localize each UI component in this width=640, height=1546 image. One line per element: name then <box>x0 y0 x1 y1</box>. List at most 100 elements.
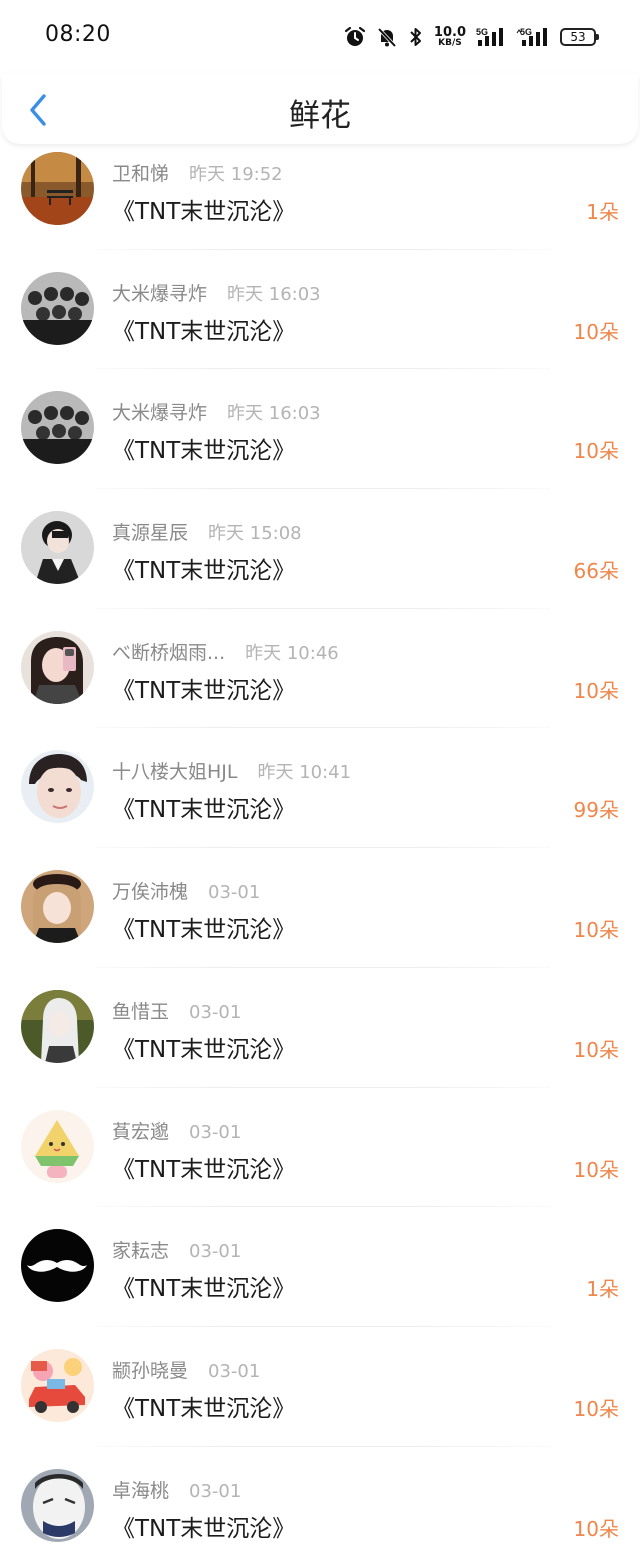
row-time: 昨天 19:52 <box>189 164 283 185</box>
avatar[interactable] <box>21 391 94 465</box>
status-bar: 08:20 10.0 KB/S 5G 5G 53 <box>0 0 640 74</box>
book-title: 《TNT末世沉沦》 <box>112 1515 296 1542</box>
avatar[interactable] <box>21 630 94 704</box>
avatar[interactable] <box>21 1229 94 1303</box>
user-name: 真源星辰 <box>112 522 189 545</box>
row-time: 03-01 <box>189 1480 242 1502</box>
user-name: 大米爆寻炸 <box>112 402 208 425</box>
signal-1-label: 5G <box>476 27 488 37</box>
row-meta: べ断桥烟雨... 昨天 10:46 <box>112 638 339 665</box>
avatar[interactable] <box>21 271 94 345</box>
row-time: 03-01 <box>208 882 261 904</box>
list-item[interactable]: 鱼惜玉 03-01 《TNT末世沉沦》 10朵 <box>0 968 640 1088</box>
user-name: 万俟沛槐 <box>112 881 189 904</box>
network-speed: 10.0 KB/S <box>434 26 466 48</box>
row-time: 03-01 <box>208 1360 261 1382</box>
avatar[interactable] <box>21 1468 94 1542</box>
row-time: 03-01 <box>189 1121 242 1143</box>
list-item[interactable]: 卓海桃 03-01 《TNT末世沉沦》 10朵 <box>0 1447 640 1546</box>
row-meta: 家耘志 03-01 <box>112 1236 241 1263</box>
book-title: 《TNT末世沉沦》 <box>112 199 296 225</box>
row-meta: 鱼惜玉 03-01 <box>112 997 241 1024</box>
list-item[interactable]: 大米爆寻炸 昨天 16:03 《TNT末世沉沦》 10朵 <box>0 250 640 370</box>
row-meta: 萯宏邈 03-01 <box>112 1117 241 1144</box>
user-name: 家耘志 <box>112 1240 170 1263</box>
alarm-icon <box>344 26 366 48</box>
avatar[interactable] <box>21 511 94 585</box>
flower-count: 10朵 <box>573 1157 619 1182</box>
avatar[interactable] <box>21 750 94 824</box>
flower-count: 10朵 <box>573 439 619 464</box>
network-speed-unit: KB/S <box>438 38 462 48</box>
book-title: 《TNT末世沉沦》 <box>112 438 296 465</box>
flower-count: 10朵 <box>573 918 619 943</box>
flower-count: 1朵 <box>586 200 619 224</box>
list-item[interactable]: べ断桥烟雨... 昨天 10:46 《TNT末世沉沦》 10朵 <box>0 609 640 729</box>
flower-count: 10朵 <box>573 1037 619 1062</box>
row-time: 昨天 10:46 <box>245 642 339 664</box>
list-item[interactable]: 大米爆寻炸 昨天 16:03 《TNT末世沉沦》 10朵 <box>0 369 640 489</box>
flowers-screen: 08:20 10.0 KB/S 5G 5G 53 鲜花 卫和悌 昨天 19:52… <box>0 0 640 1546</box>
status-icons: 10.0 KB/S 5G 5G 53 <box>344 22 599 52</box>
bluetooth-icon <box>408 26 424 48</box>
row-time: 03-01 <box>189 1241 242 1263</box>
row-meta: 卓海桃 03-01 <box>112 1476 241 1503</box>
user-name: 颛孙晓曼 <box>112 1359 189 1382</box>
list-item[interactable]: 真源星辰 昨天 15:08 《TNT末世沉沦》 66朵 <box>0 489 640 609</box>
avatar[interactable] <box>21 1348 94 1422</box>
book-title: 《TNT末世沉沦》 <box>112 318 296 345</box>
list-item[interactable]: 萯宏邈 03-01 《TNT末世沉沦》 10朵 <box>0 1088 640 1208</box>
status-time: 08:20 <box>45 22 111 47</box>
user-name: 卓海桃 <box>112 1479 170 1502</box>
row-time: 昨天 16:03 <box>227 403 321 425</box>
avatar[interactable] <box>21 1109 94 1183</box>
avatar[interactable] <box>21 152 94 225</box>
flower-count: 10朵 <box>573 319 619 344</box>
row-time: 昨天 15:08 <box>208 523 302 545</box>
header: 鲜花 <box>2 74 638 144</box>
row-meta: 十八楼大姐HJL 昨天 10:41 <box>112 757 351 784</box>
avatar[interactable] <box>21 870 94 944</box>
row-time: 昨天 10:41 <box>257 762 352 784</box>
row-time: 03-01 <box>189 1001 242 1023</box>
row-time: 昨天 16:03 <box>227 283 321 305</box>
page-title: 鲜花 <box>289 98 351 134</box>
row-meta: 真源星辰 昨天 15:08 <box>112 518 302 545</box>
flower-count: 10朵 <box>573 678 619 703</box>
list-item[interactable]: 颛孙晓曼 03-01 《TNT末世沉沦》 10朵 <box>0 1327 640 1447</box>
battery-level: 53 <box>570 30 586 44</box>
user-name: 十八楼大姐HJL <box>112 761 238 784</box>
flower-count: 10朵 <box>573 1396 619 1421</box>
book-title: 《TNT末世沉沦》 <box>112 917 296 944</box>
battery-icon: 53 <box>560 28 599 46</box>
flower-count: 10朵 <box>573 1516 619 1541</box>
book-title: 《TNT末世沉沦》 <box>112 1276 296 1303</box>
list-item[interactable]: 十八楼大姐HJL 昨天 10:41 《TNT末世沉沦》 99朵 <box>0 728 640 848</box>
row-meta: 万俟沛槐 03-01 <box>112 877 260 904</box>
list-item[interactable]: 万俟沛槐 03-01 《TNT末世沉沦》 10朵 <box>0 848 640 968</box>
signal-2-label: 5G <box>520 27 532 37</box>
book-title: 《TNT末世沉沦》 <box>112 1395 296 1422</box>
row-meta: 卫和悌 昨天 19:52 <box>112 159 283 186</box>
flower-count: 66朵 <box>573 559 619 584</box>
row-meta: 大米爆寻炸 昨天 16:03 <box>112 279 321 306</box>
flower-count: 99朵 <box>573 798 619 823</box>
book-title: 《TNT末世沉沦》 <box>112 1036 296 1063</box>
user-name: 鱼惜玉 <box>112 1000 170 1023</box>
signal-icon-secondary: 5G <box>516 26 550 48</box>
list-item[interactable]: 卫和悌 昨天 19:52 《TNT末世沉沦》 1朵 <box>0 130 640 250</box>
signal-icon: 5G <box>476 26 506 48</box>
mute-icon <box>376 26 398 48</box>
user-name: 大米爆寻炸 <box>112 282 208 305</box>
list-item[interactable]: 家耘志 03-01 《TNT末世沉沦》 1朵 <box>0 1207 640 1327</box>
book-title: 《TNT末世沉沦》 <box>112 1156 296 1183</box>
user-name: 卫和悌 <box>112 163 170 185</box>
avatar[interactable] <box>21 989 94 1063</box>
flower-list: 卫和悌 昨天 19:52 《TNT末世沉沦》 1朵 大米爆寻炸 昨天 16:03… <box>0 130 640 1546</box>
book-title: 《TNT末世沉沦》 <box>112 797 296 824</box>
user-name: べ断桥烟雨... <box>112 641 226 664</box>
book-title: 《TNT末世沉沦》 <box>112 558 296 585</box>
user-name: 萯宏邈 <box>112 1120 170 1143</box>
book-title: 《TNT末世沉沦》 <box>112 677 296 704</box>
row-meta: 大米爆寻炸 昨天 16:03 <box>112 398 321 425</box>
